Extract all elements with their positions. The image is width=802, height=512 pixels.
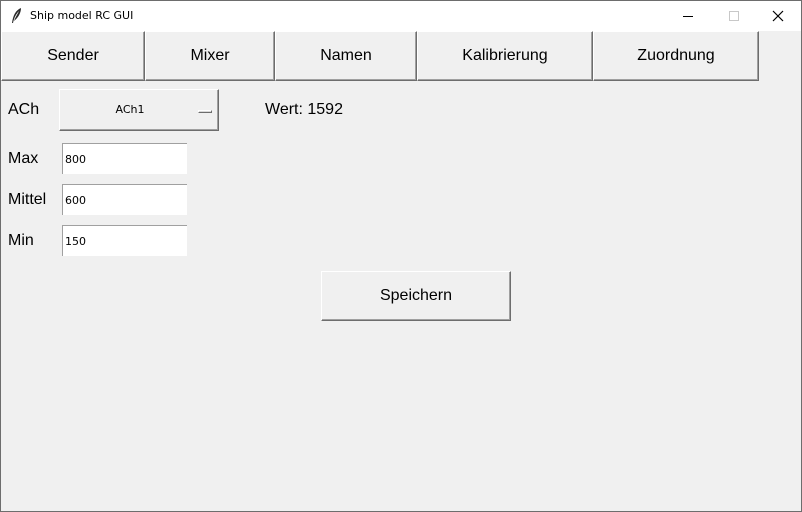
tab-namen[interactable]: Namen — [275, 31, 417, 81]
tab-mixer[interactable]: Mixer — [145, 31, 275, 81]
channel-label: ACh — [8, 101, 40, 118]
mittel-input[interactable] — [62, 184, 187, 215]
max-input[interactable] — [62, 143, 187, 174]
tab-kalibrierung[interactable]: Kalibrierung — [417, 31, 593, 81]
minimize-icon[interactable] — [665, 1, 711, 31]
channel-select-value: ACh1 — [115, 103, 145, 116]
title-bar[interactable]: Ship model RC GUI — [1, 1, 801, 31]
close-icon[interactable] — [755, 1, 801, 31]
save-button[interactable]: Speichern — [321, 271, 511, 321]
maximize-icon[interactable] — [711, 1, 757, 31]
tab-sender[interactable]: Sender — [1, 31, 145, 81]
feather-icon — [10, 7, 24, 25]
dropdown-indicator-icon — [198, 110, 212, 113]
channel-value: Wert: 1592 — [265, 101, 343, 118]
tab-zuordnung[interactable]: Zuordnung — [593, 31, 759, 81]
window-title: Ship model RC GUI — [30, 9, 134, 22]
channel-select[interactable]: ACh1 — [59, 89, 219, 131]
min-label: Min — [8, 232, 34, 249]
app-window: Ship model RC GUI Sender Mixer Namen Kal… — [0, 0, 802, 512]
min-input[interactable] — [62, 225, 187, 256]
mittel-label: Mittel — [8, 191, 47, 208]
max-label: Max — [8, 150, 39, 167]
